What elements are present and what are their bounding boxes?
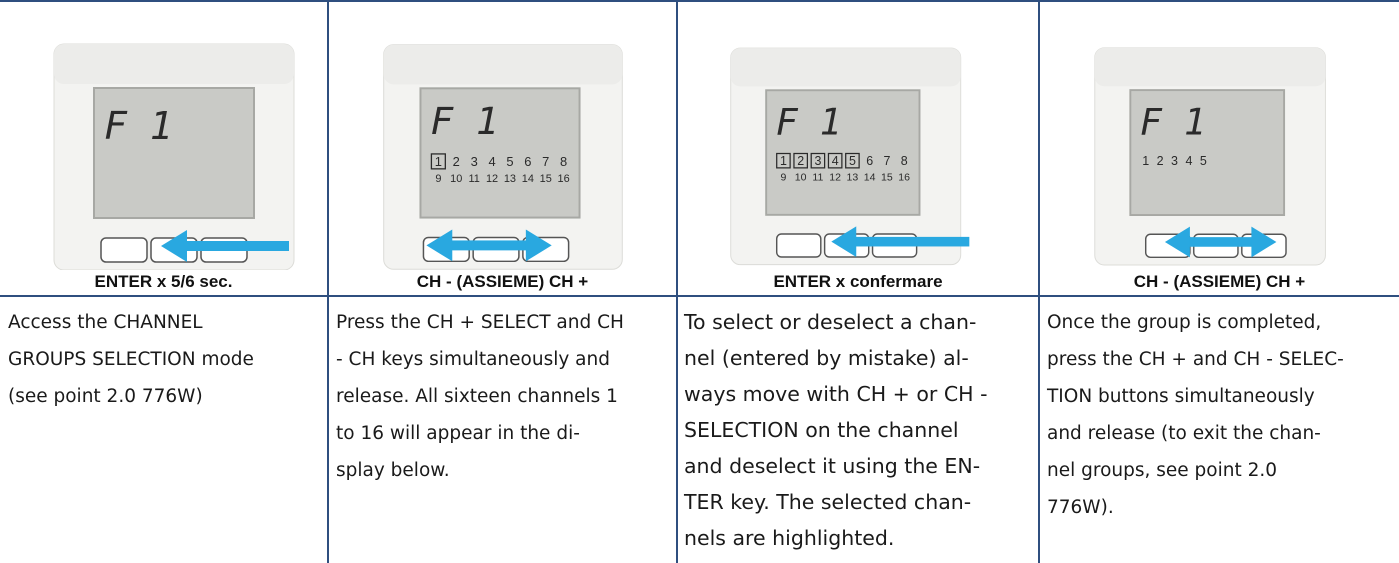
step-1-caption: ENTER x 5/6 sec. <box>94 272 233 291</box>
step-4-description: Once the group is completed, press the C… <box>1047 312 1344 518</box>
device-image-1: F 1 <box>53 43 295 270</box>
svg-text:F 1: F 1 <box>104 104 173 148</box>
step-2-description: Press the CH + SELECT and CH - CH keys s… <box>336 312 624 481</box>
svg-text:F 1: F 1 <box>430 99 498 143</box>
lcd-channel-9: 9 <box>780 171 786 183</box>
lcd-channel-16: 16 <box>558 173 570 185</box>
row-divider <box>0 295 1399 297</box>
lcd-channel-8: 8 <box>901 154 908 168</box>
lcd-channel-1: 1 <box>780 154 787 168</box>
lcd-channel-8: 8 <box>560 154 567 169</box>
step-3-caption: ENTER x confermare <box>773 272 943 291</box>
device-image-3: F 1 1 2 3 4 5 6 7 89 10 11 12 13 14 15 16 <box>730 47 970 266</box>
lcd-channel-12: 12 <box>486 173 498 185</box>
step-2-caption: CH - (ASSIEME) CH + <box>416 272 589 291</box>
svg-text:F 1: F 1 <box>776 100 842 143</box>
lcd-channel-7: 7 <box>883 154 890 168</box>
lcd-channel-11: 11 <box>468 173 479 185</box>
lcd-channel-6: 6 <box>524 154 531 169</box>
lcd-channel-5: 5 <box>849 154 856 168</box>
lcd-channel-3: 3 <box>471 154 478 169</box>
lcd-channel-10: 10 <box>450 173 462 185</box>
lcd-channel-7: 7 <box>542 154 549 169</box>
lcd-channel-1: 1 <box>435 154 442 169</box>
lcd-channel-2: 2 <box>797 154 804 168</box>
lcd-channel-5: 5 <box>506 154 513 169</box>
lcd-channel-15: 15 <box>540 173 552 185</box>
lcd-channel-5: 5 <box>1200 154 1207 168</box>
lcd-channel-3: 3 <box>1171 154 1178 168</box>
lcd-channel-4: 4 <box>1185 154 1192 168</box>
svg-text:F 1: F 1 <box>1140 100 1206 143</box>
step-1-description: Access the CHANNEL GROUPS SELECTION mode… <box>8 312 254 407</box>
lcd-channel-15: 15 <box>881 171 893 183</box>
lcd-channel-11: 11 <box>812 171 823 183</box>
device-image-2: F 1 1 2 3 4 5 6 7 89 10 11 12 13 14 15 16 <box>383 44 623 270</box>
lcd-channel-3: 3 <box>814 154 821 168</box>
lcd-channel-9: 9 <box>435 173 441 185</box>
lcd-channel-12: 12 <box>829 171 841 183</box>
lcd-function-1: F 1 <box>104 104 173 148</box>
lcd-function-4: F 1 <box>1140 100 1206 143</box>
ch-minus-key-1 <box>100 237 148 263</box>
lcd-channel-13: 13 <box>847 171 859 183</box>
lcd-channel-14: 14 <box>522 173 534 185</box>
lcd-function-3: F 1 <box>776 100 842 143</box>
lcd-channel-4: 4 <box>488 154 495 169</box>
lcd-function-2: F 1 <box>430 99 498 143</box>
lcd-channel-2: 2 <box>1157 154 1164 168</box>
ch-minus-key-3 <box>775 233 822 258</box>
lcd-channel-14: 14 <box>864 171 876 183</box>
lcd-channel-4: 4 <box>832 154 839 168</box>
lcd-channel-2: 2 <box>453 154 460 169</box>
device-image-4: F 1 12345 <box>1094 47 1326 266</box>
step-3-description: To select or deselect a chan- nel (enter… <box>684 310 988 550</box>
lcd-channel-6: 6 <box>866 154 873 168</box>
lcd-channel-10: 10 <box>795 171 807 183</box>
top-border <box>0 0 1399 2</box>
step-4-caption: CH - (ASSIEME) CH + <box>1133 272 1306 291</box>
lcd-channel-16: 16 <box>898 171 910 183</box>
lcd-channel-13: 13 <box>504 173 516 185</box>
lcd-channel-1: 1 <box>1142 154 1149 168</box>
